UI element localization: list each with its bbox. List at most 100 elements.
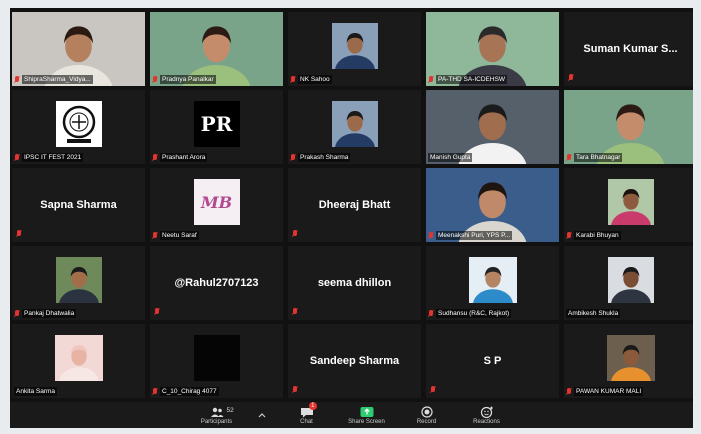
participant-caption: NK Sahoo [290, 75, 419, 84]
participant-tile[interactable]: IPSC IT FEST 2021 [12, 90, 145, 164]
chat-button[interactable]: 1 Chat [287, 401, 327, 425]
participant-tile[interactable]: Ambikesh Shukla [564, 246, 693, 320]
participant-tile[interactable]: Prakash Sharma [288, 90, 421, 164]
participant-caption: Ambikesh Shukla [566, 309, 693, 318]
participant-tile[interactable]: Pankaj Dhatwalia [12, 246, 145, 320]
participant-name: Pradnya Panalkar [160, 75, 216, 84]
participant-tile[interactable]: NK Sahoo [288, 12, 421, 86]
participant-tile[interactable]: Meenakshi Puri, YPS P... [426, 168, 559, 242]
mic-muted-icon [152, 75, 158, 84]
participant-caption: IPSC IT FEST 2021 [14, 153, 143, 162]
participant-display-name: Sandeep Sharma [309, 355, 400, 367]
reactions-icon [480, 406, 493, 418]
participant-caption: PAWAN KUMAR MALI [566, 387, 693, 396]
mic-muted-icon [152, 231, 158, 240]
mic-muted-icon [428, 75, 434, 84]
mic-muted-icon [152, 387, 158, 396]
participant-caption: ShipraSharma_Vidya... [14, 75, 143, 84]
participant-tile[interactable]: Sudhansu (R&C, Rajkot) [426, 246, 559, 320]
participant-tile[interactable]: seema dhillon [288, 246, 421, 320]
mic-muted-icon [152, 153, 158, 162]
participant-name: PA-THD SA-ICDEHSW [436, 75, 508, 84]
participant-caption: Pradnya Panalkar [152, 75, 281, 84]
pr-logo: PR [193, 101, 240, 148]
share-screen-icon [360, 406, 373, 417]
participant-tile[interactable]: Dheeraj Bhatt [288, 168, 421, 242]
participant-avatar [40, 335, 117, 398]
mic-muted-icon [290, 75, 296, 84]
participant-name: PAWAN KUMAR MALI [574, 387, 644, 396]
record-button[interactable]: Record [407, 405, 447, 425]
participant-name: Neetu Saraf [160, 231, 199, 240]
chat-label: Chat [300, 418, 313, 425]
participant-caption: Neetu Saraf [152, 231, 281, 240]
participant-caption: Prakash Sharma [290, 153, 419, 162]
chevron-up-icon [258, 413, 265, 418]
mic-muted-icon [428, 231, 434, 240]
participant-name: Sudhansu (R&C, Rajkot) [436, 309, 512, 318]
participant-caption: Pankaj Dhatwalia [14, 309, 143, 318]
mic-muted-icon [290, 153, 296, 162]
participant-display-name: @Rahul2707123 [174, 277, 259, 289]
participant-avatar [316, 23, 393, 86]
participant-avatar [592, 335, 669, 398]
meeting-toolbar: 52 Participants 1 Chat Share Screen Reco… [10, 401, 693, 428]
mic-muted-icon [14, 153, 20, 162]
participant-tile[interactable]: PR Prashant Arora [150, 90, 283, 164]
participant-tile[interactable]: Manish Gupta [426, 90, 559, 164]
participant-tile[interactable]: Ankita Sarma [12, 324, 145, 398]
participant-avatar [40, 257, 117, 320]
participant-tile[interactable]: PA-THD SA-ICDEHSW [426, 12, 559, 86]
participant-tile[interactable]: Tara Bhatnagar [564, 90, 693, 164]
participant-name: IPSC IT FEST 2021 [22, 153, 84, 162]
participant-tile[interactable]: Sandeep Sharma [288, 324, 421, 398]
ns-logo: MB [193, 179, 240, 226]
mic-muted-icon [292, 230, 298, 238]
participant-display-name: Sapna Sharma [40, 199, 117, 211]
participant-name: Meenakshi Puri, YPS P... [436, 231, 513, 240]
chevron-up-button[interactable] [257, 412, 267, 418]
participant-name: Prashant Arora [160, 153, 208, 162]
participant-name: Pankaj Dhatwalia [22, 309, 77, 318]
record-label: Record [416, 418, 437, 425]
participants-label: Participants [200, 418, 233, 425]
participant-caption: C_10_Chirag 4077 [152, 387, 281, 396]
participant-tile[interactable]: S P [426, 324, 559, 398]
participant-tile[interactable]: Karabi Bhuyan [564, 168, 693, 242]
participant-tile[interactable]: Pradnya Panalkar [150, 12, 283, 86]
mic-muted-icon [566, 387, 572, 396]
participant-tile[interactable]: ShipraSharma_Vidya... [12, 12, 145, 86]
participant-tile[interactable]: Suman Kumar S... [564, 12, 693, 86]
mic-muted-icon [566, 153, 572, 162]
reactions-label: Reactions [473, 418, 500, 425]
mic-muted-icon [566, 231, 572, 240]
participant-caption: Prashant Arora [152, 153, 281, 162]
record-icon [420, 405, 433, 418]
participant-name: Tara Bhatnagar [574, 153, 623, 162]
participant-caption: Tara Bhatnagar [566, 153, 693, 162]
participant-tile[interactable]: Sapna Sharma [12, 168, 145, 242]
share-screen-label: Share Screen [348, 418, 385, 425]
mic-muted-icon [568, 74, 574, 82]
participants-button[interactable]: 52 Participants [197, 406, 237, 425]
participant-tile[interactable]: C_10_Chirag 4077 [150, 324, 283, 398]
participant-name: NK Sahoo [298, 75, 332, 84]
participant-avatar [454, 257, 531, 320]
participant-tile[interactable]: MB Neetu Saraf [150, 168, 283, 242]
participant-caption: Ankita Sarma [14, 387, 143, 396]
mic-muted-icon [14, 309, 20, 318]
mic-muted-icon [292, 386, 298, 394]
mic-muted-icon [430, 386, 436, 394]
reactions-button[interactable]: Reactions [467, 406, 507, 425]
gallery-grid: ShipraSharma_Vidya... Pradnya Panalkar NK … [12, 12, 693, 398]
mic-muted-icon [154, 308, 160, 316]
mic-muted-icon [428, 309, 434, 318]
participant-caption: PA-THD SA-ICDEHSW [428, 75, 557, 84]
chat-badge: 1 [309, 401, 317, 410]
share-screen-button[interactable]: Share Screen [347, 406, 387, 425]
participant-tile[interactable]: @Rahul2707123 [150, 246, 283, 320]
participant-tile[interactable]: PAWAN KUMAR MALI [564, 324, 693, 398]
mic-muted-icon [292, 308, 298, 316]
participant-avatar [193, 335, 240, 382]
participants-icon [210, 407, 223, 417]
